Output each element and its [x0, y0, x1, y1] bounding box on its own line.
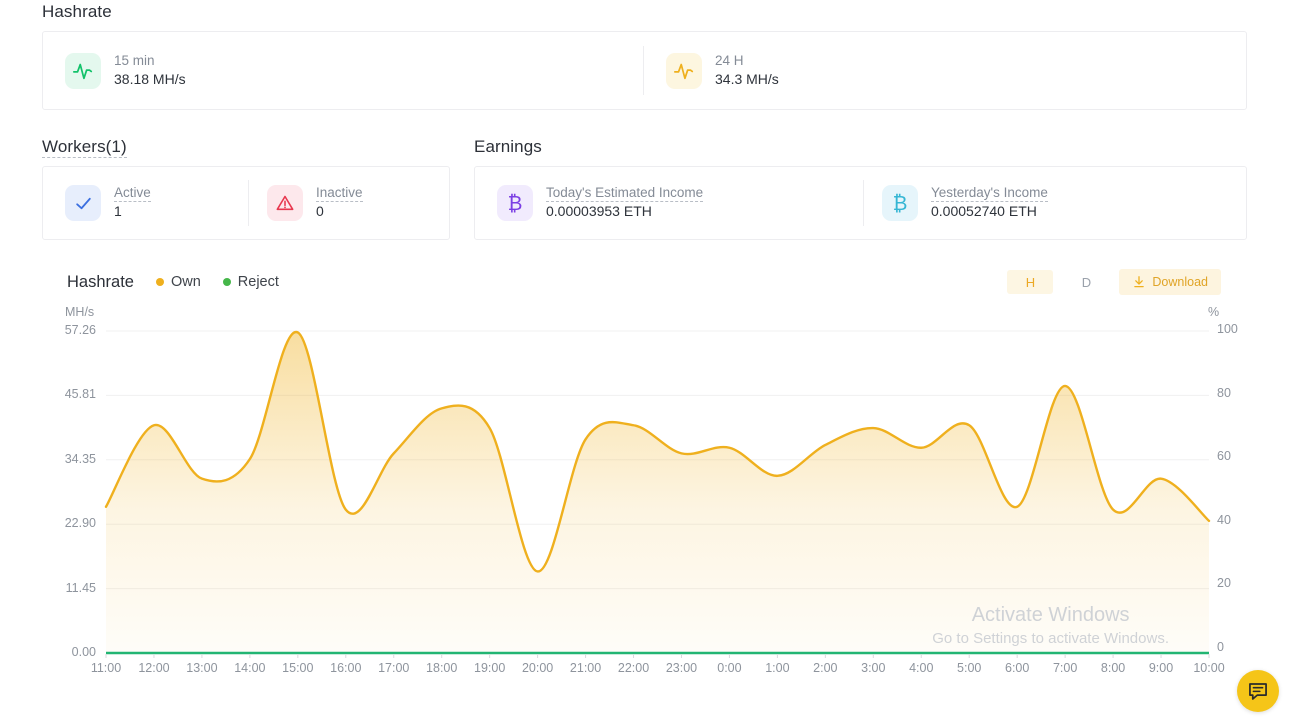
chart-header: Hashrate Own Reject H D Download [42, 265, 1247, 299]
legend-item-reject[interactable]: Reject [222, 274, 279, 290]
check-icon-tile [65, 185, 101, 221]
hashrate-chart-block: Hashrate Own Reject H D Download MH/s % … [42, 265, 1247, 677]
pulse-icon [72, 63, 93, 79]
workers-card: Active 1 Inactive 0 [42, 166, 450, 240]
worker-stat-active: Active 1 [43, 167, 248, 239]
inactive-label-text: Inactive [316, 185, 363, 203]
hashrate-summary-card: 15 min 38.18 MH/s 24 H 34.3 MH/s [42, 31, 1247, 110]
legend-label-own: Own [170, 274, 201, 290]
active-label-text: Active [114, 185, 151, 203]
workers-section-title: Workers(1) [42, 137, 450, 158]
stat-value: 0.00003953 ETH [546, 203, 652, 220]
hashrate-section-title: Hashrate [42, 2, 112, 21]
dashboard-page: Hashrate 15 min 38.18 MH/s 24 H 34.3 MH/… [0, 0, 1289, 721]
worker-stat-inactive: Inactive 0 [249, 167, 363, 239]
bitcoin-icon-tile: ₿ [882, 185, 918, 221]
yesterday-income-label-text: Yesterday's Income [931, 185, 1048, 203]
legend-item-own[interactable]: Own [155, 274, 201, 290]
check-icon [75, 197, 91, 209]
stat-value: 0.00052740 ETH [931, 203, 1037, 220]
legend-dot-own [155, 278, 164, 286]
legend-dot-reject [222, 278, 231, 286]
range-toggle-hour[interactable]: H [1007, 270, 1054, 294]
bitcoin-icon: ₿ [507, 191, 523, 215]
chat-button[interactable] [1237, 670, 1279, 712]
warning-triangle-icon-tile [267, 185, 303, 221]
stat-value: 0 [316, 203, 324, 220]
hashrate-stat-15min: 15 min 38.18 MH/s [43, 32, 643, 109]
chart-title: Hashrate [67, 272, 134, 291]
stat-label: 15 min [114, 52, 155, 68]
chart-plot-area[interactable]: MH/s % 0.00 11.45 22.90 34.35 45.81 57.26 0 20… [42, 305, 1247, 677]
bitcoin-icon: ₿ [892, 191, 908, 215]
workers-title-text: Workers(1) [42, 137, 127, 158]
chat-bubble-icon [1249, 683, 1267, 700]
stat-value: 1 [114, 203, 122, 220]
legend-label-reject: Reject [237, 274, 279, 290]
own-series-area [106, 332, 1209, 653]
earnings-section-title: Earnings [474, 137, 542, 156]
download-icon [1134, 276, 1145, 288]
hashrate-area-chart [104, 330, 1211, 658]
stat-label: Inactive [316, 185, 363, 203]
bitcoin-icon-tile: ₿ [497, 185, 533, 221]
pulse-icon-tile [666, 52, 702, 89]
hashrate-stat-24h: 24 H 34.3 MH/s [644, 32, 779, 109]
range-toggle-day[interactable]: D [1063, 270, 1109, 294]
warning-triangle-icon [276, 195, 294, 211]
today-income-label-text: Today's Estimated Income [546, 185, 704, 203]
pulse-icon-tile [65, 52, 101, 89]
earnings-card: ₿ Today's Estimated Income 0.00003953 ET… [474, 166, 1247, 240]
earnings-stat-yesterday: ₿ Yesterday's Income 0.00052740 ETH [864, 167, 1048, 239]
workers-earnings-row: Workers(1) Active 1 Inactive 0 Earnings … [42, 137, 1247, 240]
pulse-icon [673, 63, 694, 79]
earnings-section: Earnings ₿ Today's Estimated Income 0.00… [474, 137, 1247, 240]
earnings-stat-today: ₿ Today's Estimated Income 0.00003953 ET… [475, 167, 863, 239]
stat-label: 24 H [715, 52, 744, 68]
download-button[interactable]: Download [1119, 269, 1221, 295]
stat-label: Today's Estimated Income [546, 185, 704, 203]
stat-value: 38.18 MH/s [114, 70, 186, 87]
stat-label: Yesterday's Income [931, 185, 1048, 203]
download-label: Download [1152, 275, 1208, 289]
chart-toolbar: H D Download [1007, 269, 1247, 295]
stat-value: 34.3 MH/s [715, 70, 779, 87]
workers-section: Workers(1) Active 1 Inactive 0 [42, 137, 450, 240]
stat-label: Active [114, 185, 151, 203]
